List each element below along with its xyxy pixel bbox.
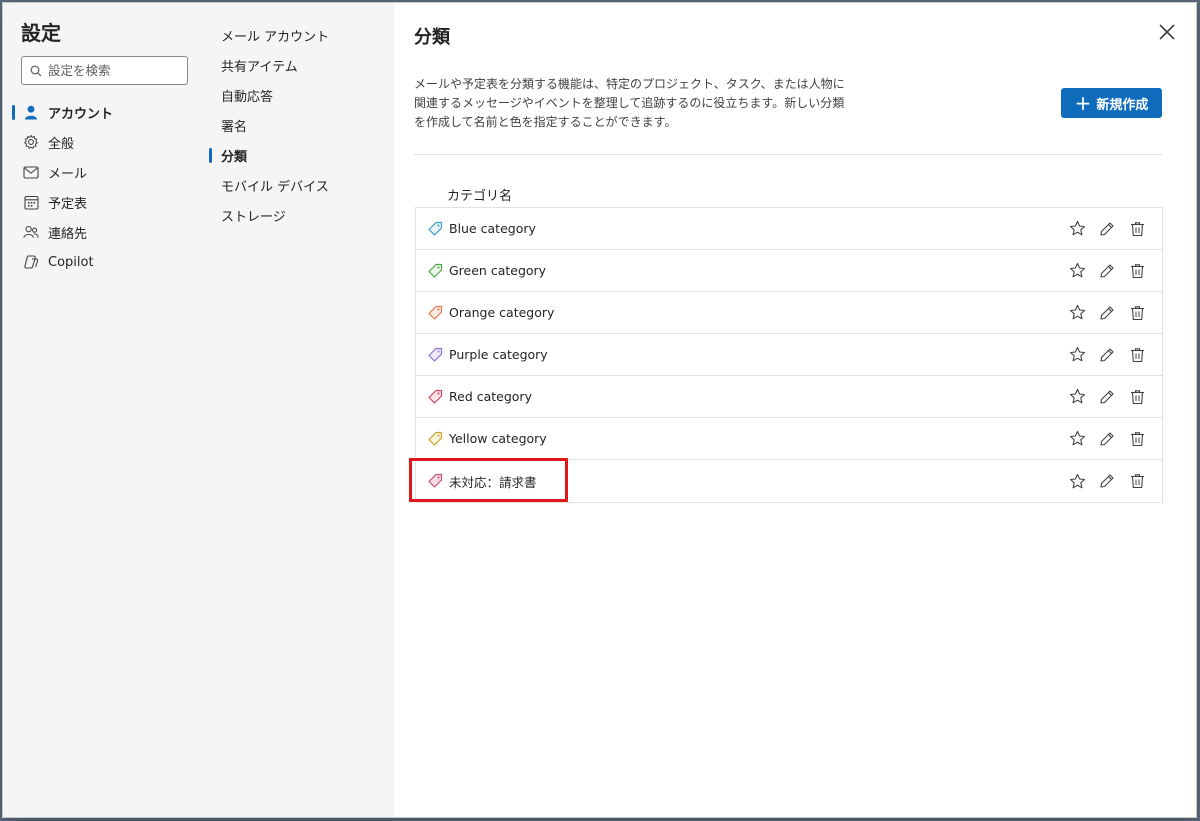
category-row: 未対応：請求書 — [416, 460, 1162, 502]
close-button[interactable] — [1156, 21, 1178, 43]
favorite-star-icon[interactable] — [1068, 346, 1086, 364]
tag-icon — [427, 263, 443, 279]
category-name: Red category — [449, 389, 532, 404]
gear-icon — [23, 134, 39, 150]
delete-trash-icon[interactable] — [1128, 304, 1146, 322]
close-icon — [1159, 24, 1175, 40]
subnav-item-5[interactable]: モバイル デバイス — [206, 170, 394, 200]
secondary-nav-list: メール アカウント 共有アイテム 自動応答 署名 分類 モバイル デバイス ストレージ — [206, 20, 394, 230]
nav-item-label: 全般 — [48, 136, 75, 152]
delete-trash-icon[interactable] — [1128, 472, 1146, 490]
subnav-item-3[interactable]: 署名 — [206, 110, 394, 140]
edit-pencil-icon[interactable] — [1098, 262, 1116, 280]
category-table: Blue category Green category Orange catego… — [415, 207, 1163, 503]
page-title: 分類 — [414, 27, 450, 48]
nav-item-2[interactable]: メール — [3, 157, 206, 187]
settings-nav-secondary: メール アカウント 共有アイテム 自動応答 署名 分類 モバイル デバイス ストレージ — [206, 3, 394, 817]
page-description: メールや予定表を分類する機能は、特定のプロジェクト、タスク、または人物に関連する… — [414, 77, 845, 129]
nav-item-label: メール — [48, 166, 88, 182]
nav-item-label: 予定表 — [48, 196, 88, 212]
row-actions — [1068, 262, 1146, 280]
nav-item-3[interactable]: 予定表 — [3, 187, 206, 217]
delete-trash-icon[interactable] — [1128, 262, 1146, 280]
search-icon — [30, 65, 42, 76]
nav-item-label: アカウント — [48, 106, 114, 122]
category-name: 未対応：請求書 — [449, 474, 537, 490]
favorite-star-icon[interactable] — [1068, 472, 1086, 490]
category-name: Green category — [449, 263, 547, 278]
settings-title: 設定 — [21, 21, 61, 45]
copilot-icon — [23, 254, 39, 270]
favorite-star-icon[interactable] — [1068, 388, 1086, 406]
tag-icon — [427, 305, 443, 321]
primary-nav-list: アカウント全般メール予定表連絡先 Copilot — [3, 97, 206, 277]
delete-trash-icon[interactable] — [1128, 220, 1146, 238]
row-actions — [1068, 472, 1146, 490]
categories-panel: 分類 メールや予定表を分類する機能は、特定のプロジェクト、タスク、または人物に関… — [394, 3, 1196, 817]
row-actions — [1068, 388, 1146, 406]
delete-trash-icon[interactable] — [1128, 430, 1146, 448]
category-row: Green category — [416, 250, 1162, 292]
tag-icon — [427, 431, 443, 447]
delete-trash-icon[interactable] — [1128, 346, 1146, 364]
nav-item-label: Copilot — [48, 254, 94, 270]
edit-pencil-icon[interactable] — [1098, 304, 1116, 322]
row-actions — [1068, 346, 1146, 364]
category-name: Purple category — [449, 347, 548, 362]
settings-dialog: 設定 アカウント全般メール予定表連絡先 Copilot メール アカウント共有アイ… — [2, 2, 1197, 818]
tag-icon — [427, 221, 443, 237]
favorite-star-icon[interactable] — [1068, 430, 1086, 448]
subnav-item-6[interactable]: ストレージ — [206, 200, 394, 230]
settings-search-box[interactable] — [21, 56, 188, 85]
divider — [414, 154, 1162, 155]
tag-icon — [427, 389, 443, 405]
nav-item-1[interactable]: 全般 — [3, 127, 206, 157]
people-icon — [23, 224, 39, 240]
nav-item-4[interactable]: 連絡先 — [3, 217, 206, 247]
category-row: Red category — [416, 376, 1162, 418]
edit-pencil-icon[interactable] — [1098, 472, 1116, 490]
delete-trash-icon[interactable] — [1128, 388, 1146, 406]
row-actions — [1068, 304, 1146, 322]
favorite-star-icon[interactable] — [1068, 262, 1086, 280]
edit-pencil-icon[interactable] — [1098, 220, 1116, 238]
tag-icon — [427, 347, 443, 363]
category-name: Yellow category — [449, 431, 547, 446]
new-category-button[interactable]: + 新規作成 — [1061, 88, 1162, 118]
favorite-star-icon[interactable] — [1068, 220, 1086, 238]
subnav-item-2[interactable]: 自動応答 — [206, 80, 394, 110]
column-header-category-name: カテゴリ名 — [447, 189, 513, 204]
category-row: Blue category — [416, 208, 1162, 250]
tag-icon — [427, 473, 443, 489]
favorite-star-icon[interactable] — [1068, 304, 1086, 322]
row-actions — [1068, 220, 1146, 238]
calendar-icon — [23, 194, 39, 210]
person-icon — [23, 104, 39, 120]
row-actions — [1068, 430, 1146, 448]
category-row: Purple category — [416, 334, 1162, 376]
mail-icon — [23, 164, 39, 180]
settings-search-input[interactable] — [48, 63, 183, 78]
subnav-item-1[interactable]: 共有アイテム — [206, 50, 394, 80]
nav-item-label: 連絡先 — [48, 226, 88, 242]
subnav-item-0[interactable]: メール アカウント — [206, 20, 394, 50]
edit-pencil-icon[interactable] — [1098, 388, 1116, 406]
edit-pencil-icon[interactable] — [1098, 430, 1116, 448]
nav-item-0[interactable]: アカウント — [3, 97, 206, 127]
new-category-label: 新規作成 — [1096, 97, 1149, 113]
edit-pencil-icon[interactable] — [1098, 346, 1116, 364]
category-row: Orange category — [416, 292, 1162, 334]
subnav-item-4[interactable]: 分類 — [206, 140, 394, 170]
category-name: Orange category — [449, 305, 555, 320]
category-name: Blue category — [449, 221, 536, 236]
category-row: Yellow category — [416, 418, 1162, 460]
nav-item-5[interactable]: Copilot — [3, 247, 206, 277]
plus-icon: + — [1074, 91, 1092, 115]
settings-nav-primary: 設定 アカウント全般メール予定表連絡先 Copilot — [3, 3, 206, 817]
